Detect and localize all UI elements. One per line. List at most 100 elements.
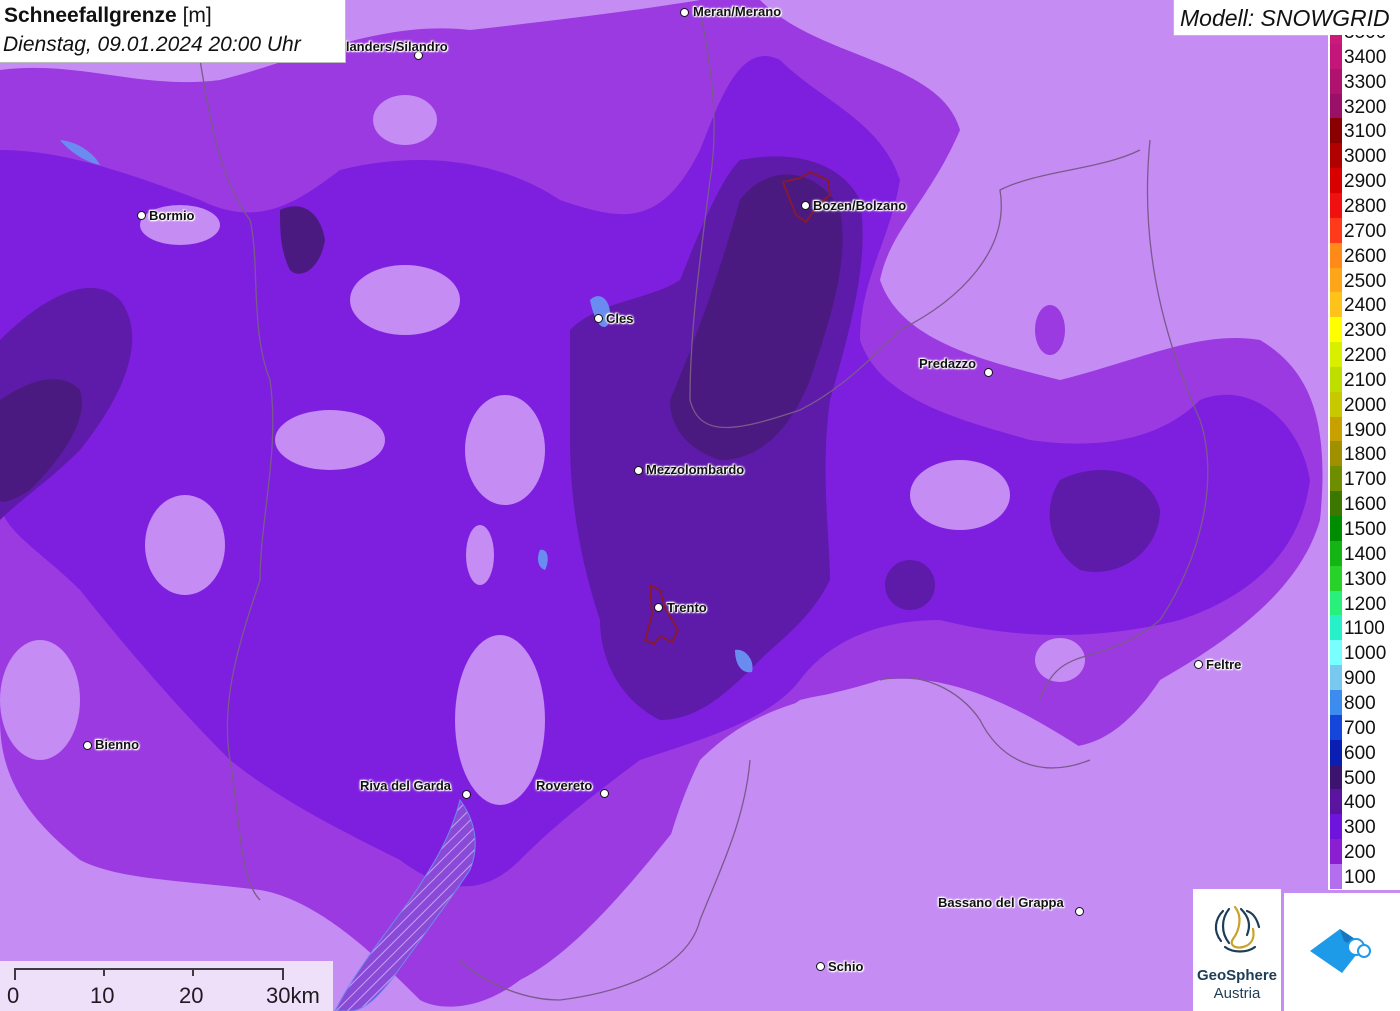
legend-label: 2600 — [1344, 245, 1387, 267]
legend-swatch — [1330, 640, 1342, 666]
cloud-diamond-icon — [1310, 929, 1371, 973]
weather-app-logo[interactable] — [1284, 893, 1400, 1011]
city-label-bozen-bolzano[interactable]: Bozen/Bolzano — [813, 199, 906, 213]
legend-swatch — [1330, 739, 1342, 765]
legend-swatch — [1330, 342, 1342, 368]
city-label-cles[interactable]: Cles — [606, 312, 633, 326]
legend-item-1600: 1600 — [1328, 491, 1400, 517]
legend-label: 3200 — [1344, 96, 1387, 118]
map-datetime: Dienstag, 09.01.2024 20:00 Uhr — [3, 33, 301, 56]
light-patch — [465, 395, 545, 505]
legend-swatch — [1330, 789, 1342, 815]
legend-item-3400: 3400 — [1328, 43, 1400, 69]
legend-item-2200: 2200 — [1328, 342, 1400, 368]
legend-item-2000: 2000 — [1328, 391, 1400, 417]
light-patch — [1035, 305, 1065, 355]
legend-swatch — [1330, 590, 1342, 616]
city-marker[interactable] — [654, 603, 663, 612]
legend-swatch — [1330, 118, 1342, 144]
legend-item-1500: 1500 — [1328, 516, 1400, 541]
city-marker[interactable] — [137, 211, 146, 220]
legend-label: 1800 — [1344, 444, 1387, 466]
legend-label: 2000 — [1344, 394, 1387, 416]
legend-swatch — [1330, 689, 1342, 715]
legend-swatch — [1330, 665, 1342, 691]
city-label-rovereto[interactable]: Rovereto — [536, 779, 592, 793]
legend-item-3500: 3500 — [1328, 35, 1400, 44]
scale-bar: 0 10 20 30km — [0, 961, 333, 1011]
scale-label: 20 — [179, 983, 204, 1008]
legend-label: 2900 — [1344, 171, 1387, 193]
legend-item-100: 100 — [1328, 863, 1400, 889]
city-marker[interactable] — [594, 314, 603, 323]
light-patch — [466, 525, 494, 585]
legend-swatch — [1330, 43, 1342, 69]
geosphere-logo[interactable]: GeoSphere Austria — [1193, 889, 1281, 1011]
light-patch — [275, 410, 385, 470]
legend-swatch — [1330, 615, 1342, 641]
legend-item-1900: 1900 — [1328, 416, 1400, 442]
legend-label: 3300 — [1344, 71, 1387, 93]
scale-tick — [103, 968, 105, 976]
legend-label: 3000 — [1344, 146, 1387, 168]
legend-label: 1900 — [1344, 419, 1387, 441]
legend-item-1100: 1100 — [1328, 615, 1400, 641]
geosphere-emblem-icon — [1214, 905, 1261, 953]
legend-item-2700: 2700 — [1328, 217, 1400, 243]
legend-item-2100: 2100 — [1328, 366, 1400, 392]
legend-item-3000: 3000 — [1328, 143, 1400, 169]
legend-item-3300: 3300 — [1328, 68, 1400, 94]
legend-swatch — [1330, 764, 1342, 790]
light-patch — [0, 640, 80, 760]
legend-swatch — [1330, 192, 1342, 218]
city-label-meran-merano[interactable]: Meran/Merano — [693, 5, 781, 19]
legend-swatch — [1330, 863, 1342, 889]
legend-swatch — [1330, 366, 1342, 392]
legend-item-1700: 1700 — [1328, 466, 1400, 492]
legend-label: 1500 — [1344, 519, 1387, 540]
city-marker[interactable] — [816, 962, 825, 971]
legend-label: 1200 — [1344, 593, 1387, 615]
city-label-bassano-del-grappa[interactable]: Bassano del Grappa — [938, 896, 1064, 910]
color-legend: 3500 3400 3300 3200 3100 3000 29002800 2700 2600… — [1328, 35, 1400, 890]
legend-swatch — [1330, 466, 1342, 492]
snowfall-limit-map[interactable] — [0, 0, 1400, 1011]
city-marker[interactable] — [1075, 907, 1084, 916]
city-label-bienno[interactable]: Bienno — [95, 738, 139, 752]
city-marker[interactable] — [680, 8, 689, 17]
legend-label: 1400 — [1344, 543, 1387, 565]
city-label-trento[interactable]: Trento — [667, 601, 707, 615]
legend-item-3100: 3100 — [1328, 118, 1400, 144]
city-label-bormio[interactable]: Bormio — [149, 209, 195, 223]
city-marker[interactable] — [801, 201, 810, 210]
model-label: Modell: SNOWGRID — [1180, 5, 1390, 31]
geosphere-sub: Austria — [1213, 985, 1261, 1002]
city-marker[interactable] — [984, 368, 993, 377]
city-label-feltre[interactable]: Feltre — [1206, 658, 1241, 672]
legend-swatch — [1330, 516, 1342, 541]
legend-label: 400 — [1344, 792, 1376, 814]
city-marker[interactable] — [1194, 660, 1203, 669]
legend-label: 1100 — [1344, 618, 1385, 640]
city-marker[interactable] — [634, 466, 643, 475]
legend-item-800: 800 — [1328, 689, 1400, 715]
legend-label: 2800 — [1344, 195, 1387, 217]
legend-label: 500 — [1344, 767, 1376, 789]
dark-patch — [885, 560, 935, 610]
city-label-schio[interactable]: Schio — [828, 960, 863, 974]
city-label-riva-del-garda[interactable]: Riva del Garda — [360, 779, 451, 793]
light-patch — [145, 495, 225, 595]
title-box: Schneefallgrenze [m] Dienstag, 09.01.202… — [0, 0, 346, 63]
city-label-mezzolombardo[interactable]: Mezzolombardo — [646, 463, 744, 477]
city-label-predazzo[interactable]: Predazzo — [919, 357, 976, 371]
legend-swatch — [1330, 814, 1342, 840]
scale-bar-line — [14, 968, 284, 980]
legend-item-1400: 1400 — [1328, 540, 1400, 566]
city-marker[interactable] — [600, 789, 609, 798]
legend-label: 3500 — [1344, 35, 1386, 44]
city-marker[interactable] — [462, 790, 471, 799]
city-marker[interactable] — [83, 741, 92, 750]
light-patch — [373, 95, 437, 145]
legend-swatch — [1330, 714, 1342, 740]
legend-swatch — [1330, 292, 1342, 318]
